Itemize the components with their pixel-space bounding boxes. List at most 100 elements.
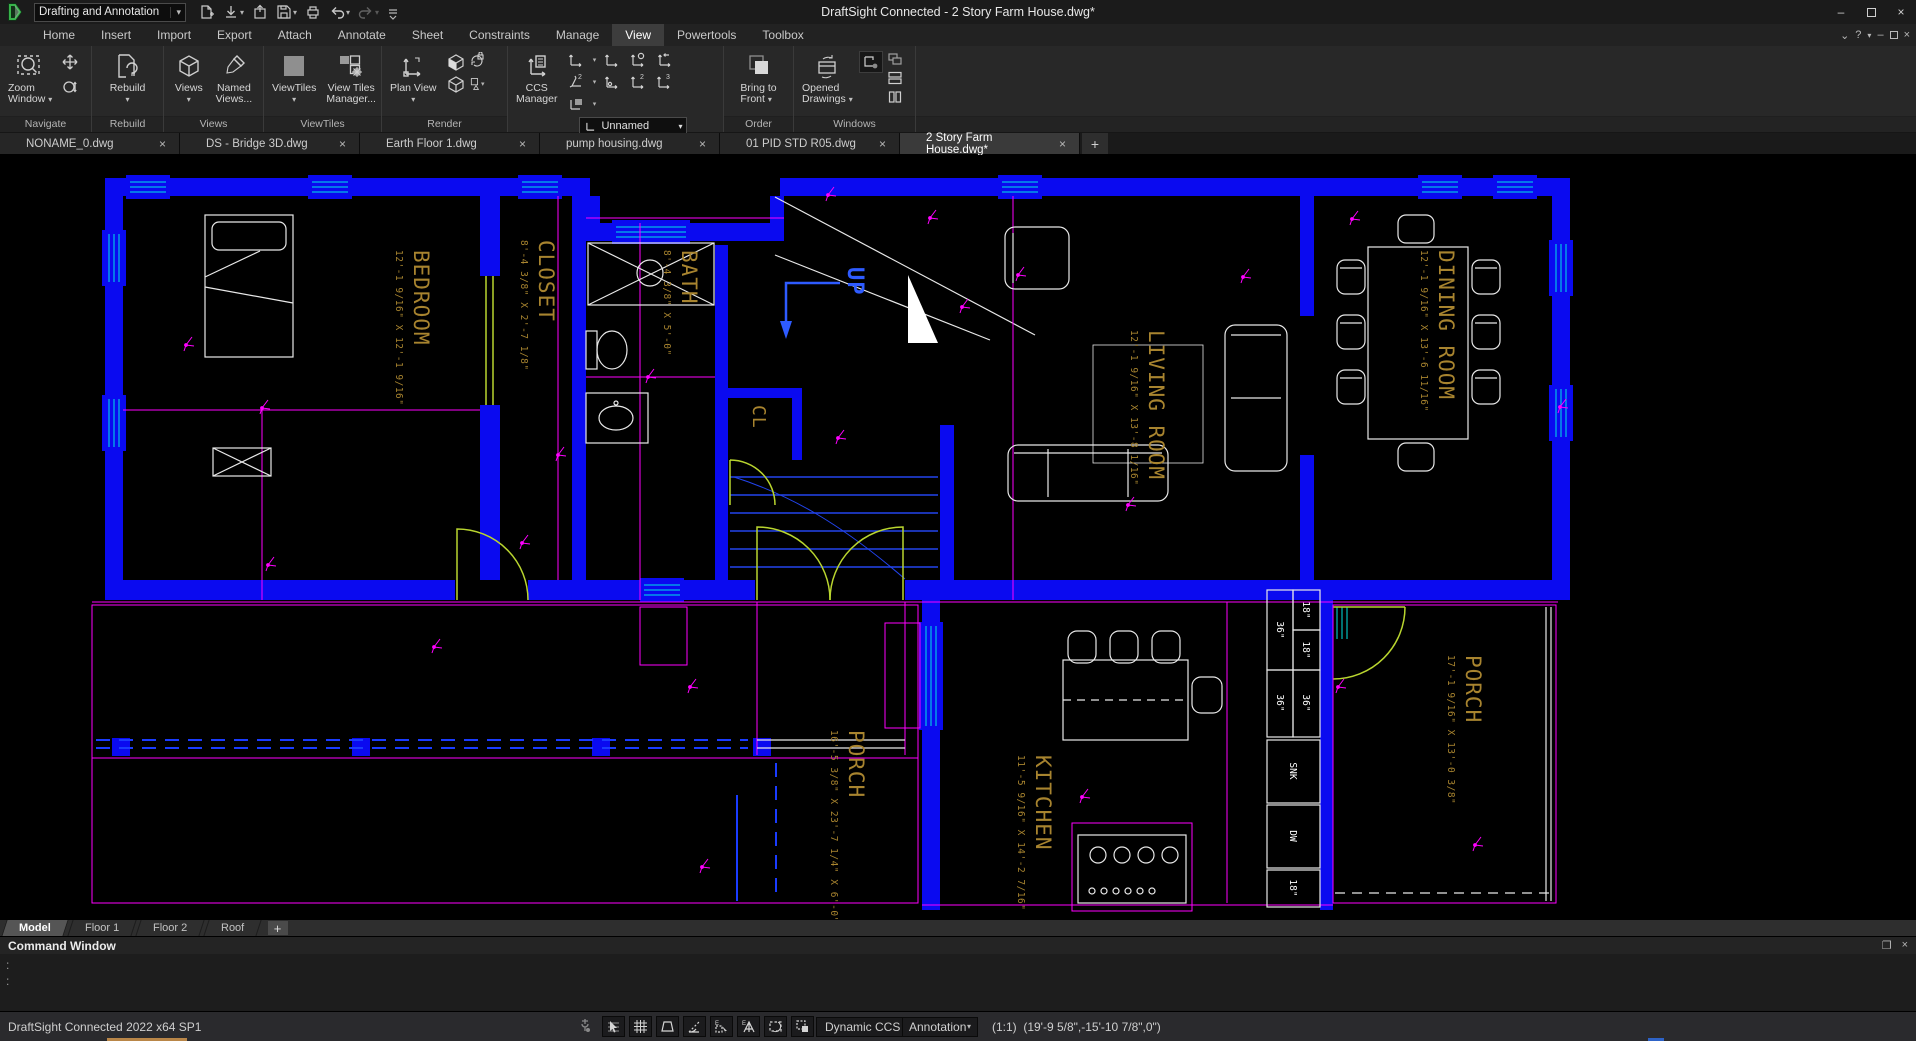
add-sheet-button[interactable]: + bbox=[268, 921, 288, 935]
print-button[interactable] bbox=[302, 2, 324, 22]
etrack-toggle[interactable]: E bbox=[737, 1016, 760, 1037]
shaded-cube-button[interactable] bbox=[444, 51, 468, 73]
rotate-lock-button[interactable] bbox=[469, 51, 485, 73]
doc-close-icon[interactable]: × bbox=[1904, 29, 1910, 41]
opened-drawings-button[interactable]: Opened Drawings ▾ bbox=[798, 49, 857, 107]
tile-horizontal-button[interactable] bbox=[885, 70, 905, 86]
close-icon[interactable]: × bbox=[516, 137, 529, 151]
help-caret-icon[interactable]: ▾ bbox=[1867, 31, 1871, 40]
ccs-3point-button[interactable]: 3 bbox=[652, 71, 676, 93]
restore-button[interactable] bbox=[1856, 0, 1886, 24]
cascade-windows-button[interactable] bbox=[885, 51, 905, 67]
connection-icon[interactable] bbox=[578, 1017, 592, 1036]
polar-toggle[interactable] bbox=[683, 1016, 706, 1037]
tab-powertools[interactable]: Powertools bbox=[664, 24, 749, 46]
annotation-scale-value: Annotation bbox=[909, 1020, 966, 1034]
doc-minimize-icon[interactable]: – bbox=[1877, 29, 1883, 41]
undo-button[interactable]: ▾ bbox=[326, 2, 353, 22]
new-file-button[interactable] bbox=[196, 2, 218, 22]
sheet-tab-floor1[interactable]: Floor 1 bbox=[67, 920, 136, 936]
close-icon[interactable]: × bbox=[336, 137, 349, 151]
tab-import[interactable]: Import bbox=[144, 24, 204, 46]
doc-tab-pidstd[interactable]: 01 PID STD R05.dwg × bbox=[720, 133, 900, 154]
ccs-manager-button[interactable]: CCS Manager bbox=[512, 49, 561, 107]
rebuild-button[interactable]: Rebuild ▾ bbox=[106, 49, 150, 107]
tab-attach[interactable]: Attach bbox=[265, 24, 325, 46]
workspace-selector[interactable]: Drafting and Annotation ▾ bbox=[34, 3, 186, 22]
svg-text:11'-5 9/16" X 14'-2 7/16": 11'-5 9/16" X 14'-2 7/16" bbox=[1015, 755, 1026, 911]
doc-tab-earthfloor[interactable]: Earth Floor 1.dwg× bbox=[360, 133, 540, 154]
ortho-toggle[interactable] bbox=[656, 1016, 679, 1037]
tab-home[interactable]: Home bbox=[30, 24, 88, 46]
tab-view[interactable]: View bbox=[612, 24, 664, 46]
tab-constraints[interactable]: Constraints bbox=[456, 24, 543, 46]
tab-export[interactable]: Export bbox=[204, 24, 265, 46]
views-button[interactable]: Views ▾ bbox=[171, 49, 207, 107]
sheet-tab-floor2[interactable]: Floor 2 bbox=[135, 920, 204, 936]
cube-outline-button[interactable] bbox=[444, 73, 468, 95]
import-sheet-button[interactable] bbox=[249, 2, 271, 22]
named-views-button[interactable]: Named Views... bbox=[212, 49, 257, 107]
doc-tab-noname0[interactable]: NONAME_0.dwg× bbox=[0, 133, 180, 154]
caret-icon[interactable]: ▾ bbox=[593, 78, 597, 86]
command-input-area[interactable]: : : bbox=[0, 954, 1916, 992]
ccs-previous-button[interactable] bbox=[652, 49, 676, 71]
collapse-ribbon-icon[interactable]: ⌄ bbox=[1840, 29, 1849, 42]
drawing-canvas[interactable]: 36" 18" 18" 36" 36" SNK DW 18" BEDROOM12… bbox=[0, 155, 1916, 920]
view-tiles-manager-button[interactable]: View Tiles Manager... bbox=[322, 49, 380, 107]
shapes-button[interactable]: ▾ bbox=[469, 73, 485, 95]
doc-tab-farmhouse[interactable]: 2 Story Farm House.dwg*× bbox=[900, 133, 1080, 154]
grid-toggle[interactable] bbox=[629, 1016, 652, 1037]
ccs-world-button[interactable] bbox=[564, 49, 588, 71]
close-panel-icon[interactable]: × bbox=[1902, 939, 1908, 952]
redo-button[interactable]: ▾ bbox=[355, 2, 382, 22]
doc-restore-icon[interactable] bbox=[1890, 31, 1898, 39]
snap-toggle[interactable] bbox=[602, 1016, 625, 1037]
tab-annotate[interactable]: Annotate bbox=[325, 24, 399, 46]
help-icon[interactable]: ? bbox=[1855, 29, 1861, 41]
open-button[interactable]: ▾ bbox=[220, 2, 247, 22]
close-button[interactable]: × bbox=[1886, 0, 1916, 24]
frame-toggle[interactable] bbox=[764, 1016, 787, 1037]
zoom-window-button[interactable]: Zoom Window ▾ bbox=[4, 49, 56, 107]
zoom-dynamic-button[interactable] bbox=[58, 76, 82, 98]
customize-qat-button[interactable] bbox=[384, 2, 402, 22]
close-icon[interactable]: × bbox=[696, 137, 709, 151]
ccs-xaxis-button[interactable] bbox=[600, 71, 624, 93]
minimize-button[interactable]: – bbox=[1826, 0, 1856, 24]
bring-to-front-button[interactable]: Bring to Front ▾ bbox=[736, 49, 780, 107]
pan-button[interactable] bbox=[58, 51, 82, 73]
ccs-origin-button[interactable] bbox=[600, 49, 624, 71]
tab-manage[interactable]: Manage bbox=[543, 24, 612, 46]
doc-tab-bridge3d[interactable]: DS - Bridge 3D.dwg× bbox=[180, 133, 360, 154]
new-doc-tab-button[interactable]: + bbox=[1082, 133, 1108, 154]
annotation-scale-combo[interactable]: Annotation ▾ bbox=[902, 1017, 978, 1037]
porch-deck-lines bbox=[96, 607, 1552, 901]
save-button[interactable]: ▾ bbox=[273, 2, 300, 22]
sheet-tab-model[interactable]: Model bbox=[1, 920, 68, 936]
entity-frame-toggle[interactable] bbox=[791, 1016, 814, 1037]
dynamic-ccs-button[interactable]: Dynamic CCS bbox=[816, 1017, 909, 1037]
float-panel-icon[interactable]: ❐ bbox=[1882, 939, 1892, 952]
viewtiles-button[interactable]: ViewTiles ▾ bbox=[268, 49, 320, 107]
close-icon[interactable]: × bbox=[1056, 137, 1069, 151]
tab-sheet[interactable]: Sheet bbox=[399, 24, 456, 46]
plan-view-button[interactable]: Plan View ▾ bbox=[386, 49, 441, 107]
close-icon[interactable]: × bbox=[876, 137, 889, 151]
ccs-2point-button[interactable]: 2 bbox=[626, 71, 650, 93]
ccs-entity-button[interactable]: 2 bbox=[564, 71, 588, 93]
ccs-named-button[interactable] bbox=[626, 49, 650, 71]
caret-icon[interactable]: ▾ bbox=[593, 56, 597, 64]
caret-icon[interactable]: ▾ bbox=[593, 100, 597, 108]
new-window-button[interactable] bbox=[859, 51, 883, 73]
window-controls: – × bbox=[1826, 0, 1916, 24]
tab-insert[interactable]: Insert bbox=[88, 24, 144, 46]
close-icon[interactable]: × bbox=[156, 137, 169, 151]
doc-tab-label: 01 PID STD R05.dwg bbox=[746, 138, 856, 150]
esnap-toggle[interactable]: E bbox=[710, 1016, 733, 1037]
tile-vertical-button[interactable] bbox=[885, 89, 905, 105]
ccs-view-button[interactable] bbox=[564, 93, 588, 115]
doc-tab-pumphousing[interactable]: pump housing.dwg× bbox=[540, 133, 720, 154]
tab-toolbox[interactable]: Toolbox bbox=[749, 24, 816, 46]
sheet-tab-roof[interactable]: Roof bbox=[204, 920, 262, 936]
